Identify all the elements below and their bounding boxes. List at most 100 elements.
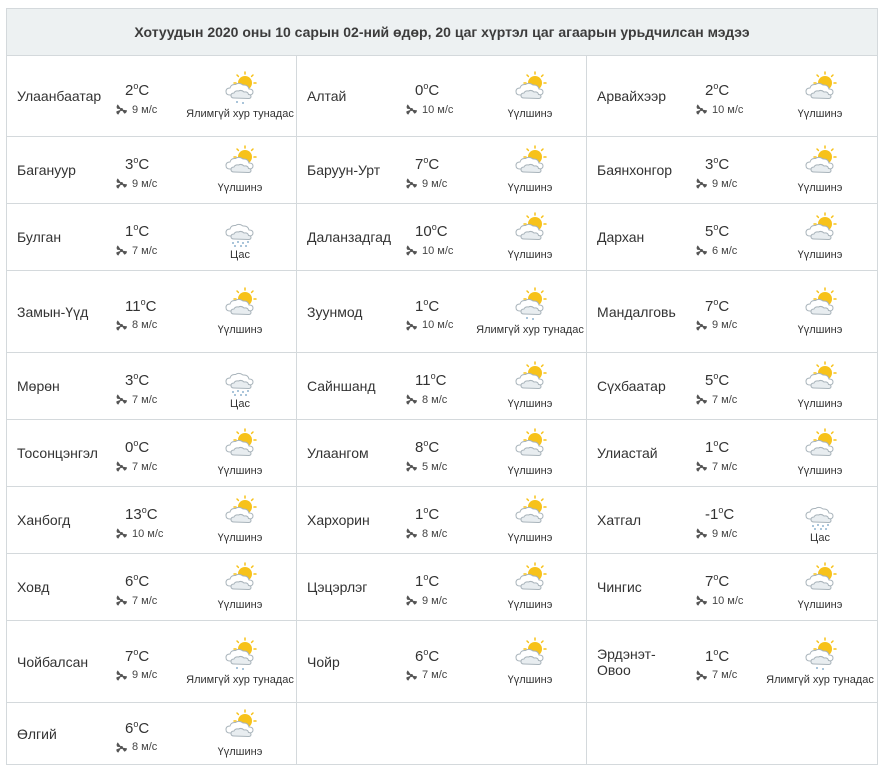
city-name: Баянхонгор bbox=[597, 162, 673, 178]
city-cell: Алтай 0oC 10 м/с Үүлшинэ bbox=[296, 55, 587, 137]
temperature: 11oC bbox=[405, 366, 475, 391]
weather-description: Цас bbox=[230, 398, 250, 410]
temperature-unit: C bbox=[718, 223, 730, 240]
weather-description: Үүлшинэ bbox=[507, 599, 553, 611]
wind: 8 м/с bbox=[405, 527, 475, 540]
city-cell: Сайншанд 11oC 8 м/с Үүлшинэ bbox=[296, 352, 587, 420]
wind-fan-icon bbox=[696, 669, 708, 681]
city-name: Замын-Үүд bbox=[17, 303, 89, 320]
temperature-value: 11 bbox=[125, 297, 141, 315]
wind-speed: 7 м/с bbox=[132, 460, 158, 473]
temperature: 0oC bbox=[115, 433, 185, 458]
forecast-row: Ховд 6oC 7 м/с Үүлшинэ Цэцэрлэг 1oC 9 м/с Үүлши… bbox=[6, 553, 879, 621]
city-readings: 2oC 9 м/с bbox=[115, 76, 185, 116]
weather-condition: Үүлшинэ bbox=[475, 562, 585, 612]
temperature: 0oC bbox=[405, 76, 475, 101]
city-readings: 6oC 7 м/с bbox=[405, 642, 475, 682]
empty-cell bbox=[296, 702, 587, 765]
temperature: 1oC bbox=[405, 292, 475, 317]
wind: 7 м/с bbox=[115, 244, 185, 257]
temperature: 7oC bbox=[695, 292, 765, 317]
wind-fan-icon bbox=[406, 319, 418, 331]
weather-condition: Ялимгүй хур тунадас bbox=[765, 636, 875, 687]
temperature-unit: C bbox=[145, 297, 157, 315]
city-readings: 5oC 6 м/с bbox=[695, 217, 765, 257]
city-readings: 0oC 10 м/с bbox=[405, 76, 475, 116]
city-name: Багануур bbox=[17, 162, 76, 178]
city-name: Баруун-Урт bbox=[307, 162, 381, 178]
wind-fan-icon bbox=[696, 319, 708, 331]
city-cell: Эрдэнэт-Овоо 1oC 7 м/с Ялимгүй хур тунадас bbox=[585, 620, 879, 703]
city-name: Мөрөн bbox=[17, 378, 60, 394]
temperature-unit: C bbox=[718, 82, 730, 99]
weather-description: Үүлшинэ bbox=[797, 249, 843, 261]
wind-speed: 5 м/с bbox=[422, 460, 448, 473]
temperature-unit: C bbox=[718, 156, 730, 173]
wind-fan-icon bbox=[696, 461, 708, 472]
weather-description: Үүлшинэ bbox=[507, 465, 553, 477]
forecast-table: Хотуудын 2020 оны 10 сарын 02-ний өдөр, … bbox=[5, 8, 879, 765]
weather-condition: Үүлшинэ bbox=[475, 145, 585, 195]
wind: 9 м/с bbox=[695, 319, 765, 332]
city-name: Цэцэрлэг bbox=[307, 579, 368, 595]
forecast-row: Ханбогд 13oC 10 м/с Үүлшинэ Хархорин 1oC 8 м/с… bbox=[6, 486, 879, 554]
weather-condition: Үүлшинэ bbox=[765, 361, 875, 411]
temperature: 1oC bbox=[405, 567, 475, 592]
partly-cloudy-icon bbox=[225, 708, 257, 737]
city-readings: 1oC 9 м/с bbox=[405, 567, 475, 607]
partly-cloudy-icon bbox=[225, 428, 257, 457]
partly-cloudy-icon bbox=[515, 212, 547, 241]
city-name: Тосонцэнгэл bbox=[17, 445, 98, 461]
weather-condition: Үүлшинэ bbox=[475, 71, 585, 121]
temperature-unit: C bbox=[428, 647, 440, 665]
wind-speed: 9 м/с bbox=[422, 594, 448, 607]
city-readings: 1oC 7 м/с bbox=[695, 433, 765, 473]
weather-condition: Үүлшинэ bbox=[185, 286, 295, 337]
weather-condition: Ялимгүй хур тунадас bbox=[475, 286, 585, 337]
temperature-unit: C bbox=[718, 647, 730, 665]
weather-description: Үүлшинэ bbox=[217, 532, 263, 544]
wind-fan-icon bbox=[116, 394, 128, 405]
city-name: Улаангом bbox=[307, 445, 369, 461]
temperature-value: 11 bbox=[415, 372, 431, 389]
temperature: 2oC bbox=[695, 76, 765, 101]
partly-cloudy-icon bbox=[515, 145, 547, 174]
temperature: 8oC bbox=[405, 433, 475, 458]
weather-description: Үүлшинэ bbox=[797, 599, 843, 611]
wind: 8 м/с bbox=[115, 741, 185, 754]
city-cell: Цэцэрлэг 1oC 9 м/с Үүлшинэ bbox=[296, 553, 587, 621]
wind: 7 м/с bbox=[695, 393, 765, 406]
weather-description: Ялимгүй хур тунадас bbox=[186, 108, 294, 120]
weather-description: Үүлшинэ bbox=[217, 465, 263, 477]
city-readings: 6oC 8 м/с bbox=[115, 714, 185, 754]
city-cell: Даланзадгад 10oC 10 м/с Үүлшинэ bbox=[296, 203, 587, 271]
city-name: Ханбогд bbox=[17, 512, 71, 528]
wind-speed: 10 м/с bbox=[712, 594, 744, 607]
partly-cloudy-icon bbox=[515, 495, 547, 524]
wind: 10 м/с bbox=[115, 527, 185, 540]
temperature: 3oC bbox=[115, 366, 185, 391]
temperature: 2oC bbox=[115, 76, 185, 101]
partly-cloudy-icon bbox=[515, 562, 547, 591]
weather-description: Үүлшинэ bbox=[507, 108, 553, 120]
wind-fan-icon bbox=[116, 461, 128, 472]
wind-fan-icon bbox=[406, 595, 418, 606]
wind-speed: 6 м/с bbox=[712, 244, 738, 257]
partly-cloudy-icon bbox=[225, 495, 257, 524]
city-readings: -1oC 9 м/с bbox=[695, 500, 765, 540]
wind-fan-icon bbox=[406, 461, 418, 472]
weather-condition: Үүлшинэ bbox=[475, 636, 585, 687]
wind-speed: 10 м/с bbox=[712, 103, 744, 116]
wind: 7 м/с bbox=[405, 669, 475, 682]
city-cell: Сүхбаатар 5oC 7 м/с Үүлшинэ bbox=[585, 352, 879, 420]
wind-fan-icon bbox=[116, 595, 128, 606]
wind-fan-icon bbox=[696, 595, 708, 606]
city-readings: 11oC 8 м/с bbox=[115, 292, 185, 332]
wind: 9 м/с bbox=[405, 594, 475, 607]
city-cell: Баруун-Урт 7oC 9 м/с Үүлшинэ bbox=[296, 136, 587, 204]
weather-condition: Үүлшинэ bbox=[185, 145, 295, 195]
temperature: 3oC bbox=[115, 150, 185, 175]
temperature-unit: C bbox=[146, 506, 158, 523]
temperature-unit: C bbox=[138, 82, 150, 99]
temperature-unit: C bbox=[436, 223, 448, 240]
